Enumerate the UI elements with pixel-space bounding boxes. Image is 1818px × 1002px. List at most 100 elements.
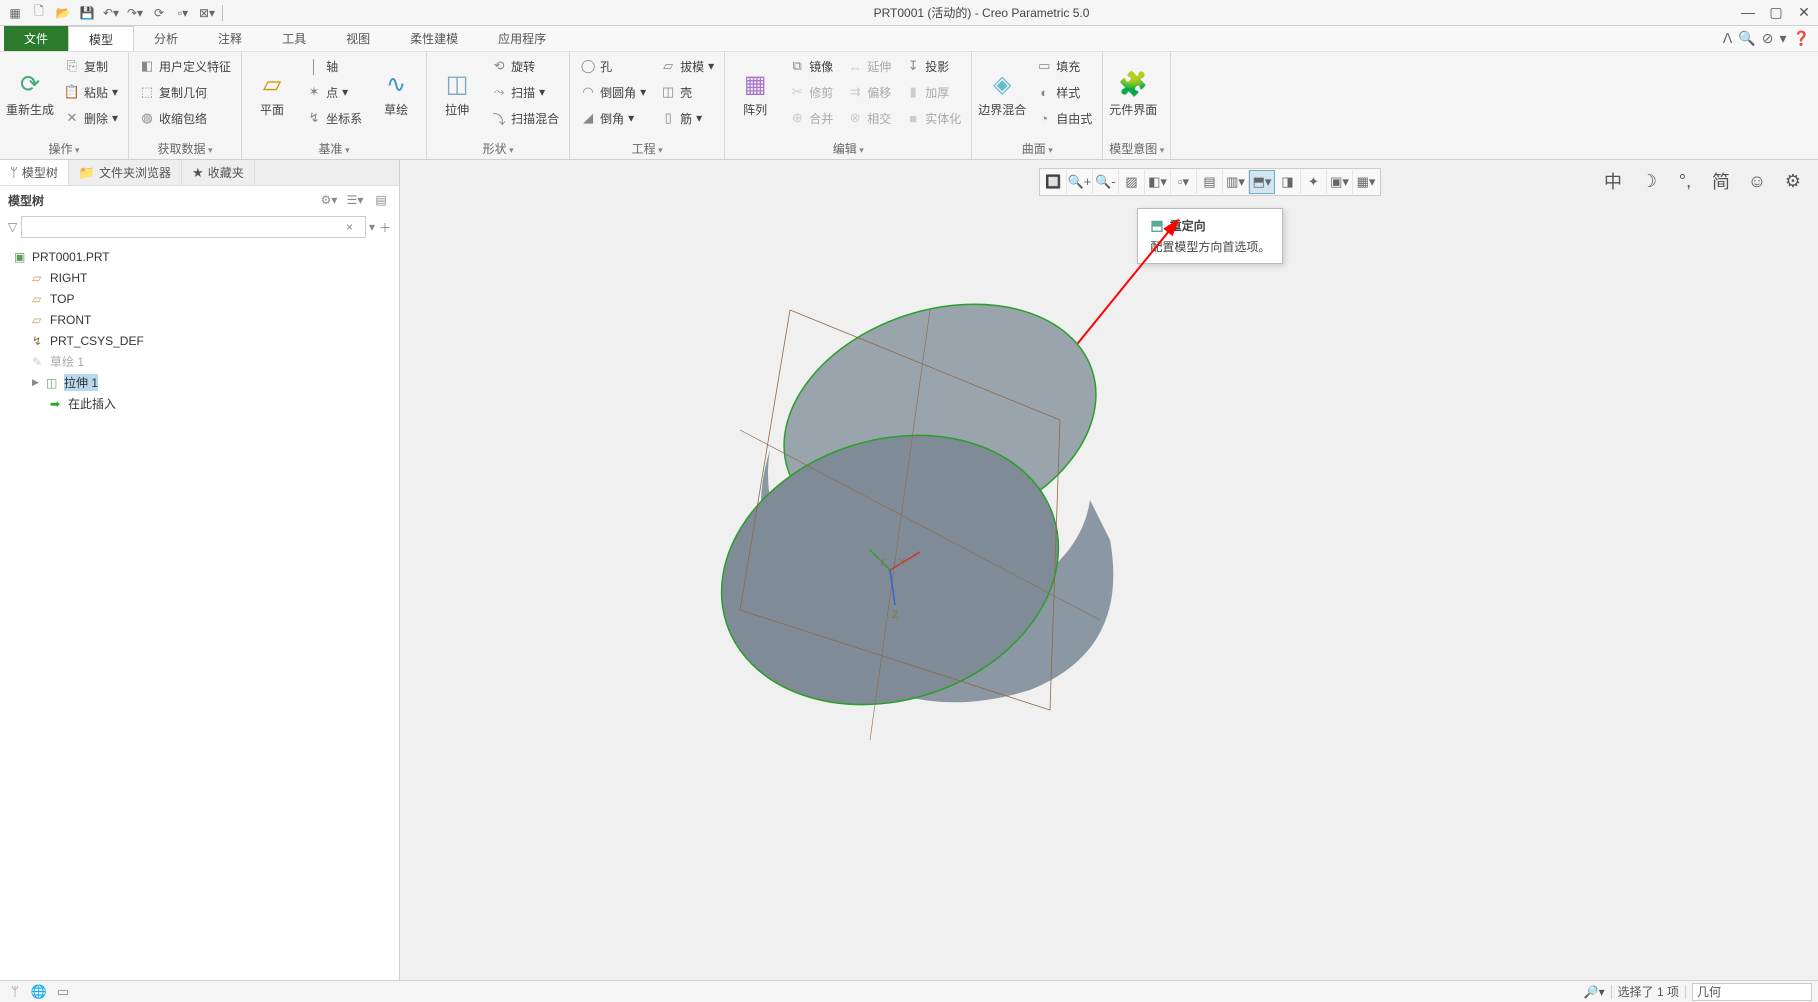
layer-icon[interactable]: ▥▾ <box>1223 170 1249 194</box>
tree-extrude1[interactable]: ▶◫拉伸 1 <box>8 372 391 393</box>
tree-settings-icon[interactable]: ⚙▾ <box>319 190 339 210</box>
view-manager-icon[interactable]: ▤ <box>1197 170 1223 194</box>
selection-filter-combo[interactable]: 几何 <box>1692 983 1812 1001</box>
udf-button[interactable]: ◧用户定义特征 <box>135 54 235 78</box>
tab-favorites[interactable]: ★收藏夹 <box>182 160 255 185</box>
tab-app[interactable]: 应用程序 <box>478 26 566 51</box>
shrinkwrap-button[interactable]: ◍收缩包络 <box>135 106 235 130</box>
minimize-button[interactable]: — <box>1738 4 1758 21</box>
moon-icon[interactable]: ☽ <box>1636 168 1662 194</box>
new-icon[interactable]: 🗋 <box>28 3 50 23</box>
csys-button[interactable]: ↯坐标系 <box>302 106 366 130</box>
fill-button[interactable]: ▭填充 <box>1032 54 1096 78</box>
tree-show-icon[interactable]: ☰▾ <box>345 190 365 210</box>
perspective-icon[interactable]: ✦ <box>1301 170 1327 194</box>
tree-plane-front[interactable]: ▱FRONT <box>8 309 391 330</box>
search-icon[interactable]: 🔍 <box>1738 30 1755 47</box>
status-find-icon[interactable]: 🔎▾ <box>1584 985 1605 999</box>
tree-plane-top[interactable]: ▱TOP <box>8 288 391 309</box>
status-model-icon[interactable]: 🌐 <box>30 983 48 1001</box>
tab-model-tree[interactable]: ᛘ模型树 <box>0 160 69 185</box>
round-button[interactable]: ◠倒圆角 ▾ <box>576 80 650 104</box>
component-ui-button[interactable]: 🧩元件界面 <box>1109 54 1157 132</box>
zoom-fit-icon[interactable]: 🔲 <box>1041 170 1067 194</box>
open-icon[interactable]: 📂 <box>52 3 74 23</box>
saved-views-icon[interactable]: ▫▾ <box>1171 170 1197 194</box>
zoom-out-icon[interactable]: 🔍- <box>1093 170 1119 194</box>
pattern-button[interactable]: ▦阵列 <box>731 54 779 132</box>
degree-icon[interactable]: °, <box>1672 168 1698 194</box>
delete-button[interactable]: ✕删除 ▾ <box>60 106 122 130</box>
tab-view[interactable]: 视图 <box>326 26 390 51</box>
help-icon[interactable]: ❓ <box>1793 30 1810 47</box>
sketch-button[interactable]: ∿草绘 <box>372 54 420 132</box>
tab-model[interactable]: 模型 <box>68 26 134 51</box>
tab-annotate[interactable]: 注释 <box>198 26 262 51</box>
maximize-button[interactable]: ▢ <box>1766 4 1786 21</box>
sweepblend-button[interactable]: ⤵扫描混合 <box>487 106 563 130</box>
regen-icon[interactable]: ⟳ <box>148 3 170 23</box>
insert-icon: ➡ <box>50 397 64 411</box>
paste-button[interactable]: 📋粘贴 ▾ <box>60 80 122 104</box>
revolve-button[interactable]: ⟲旋转 <box>487 54 563 78</box>
close-button[interactable]: ✕ <box>1794 4 1814 21</box>
simplified-icon[interactable]: 简 <box>1708 168 1734 194</box>
point-button[interactable]: ✶点 ▾ <box>302 80 366 104</box>
shell-button[interactable]: ◫壳 <box>656 80 718 104</box>
display-style-icon[interactable]: ◧▾ <box>1145 170 1171 194</box>
tab-tools[interactable]: 工具 <box>262 26 326 51</box>
datum-display-icon[interactable]: ▦▾ <box>1353 170 1379 194</box>
tree-filter-input[interactable] <box>21 216 366 238</box>
filter-clear-icon[interactable]: × <box>346 220 353 234</box>
notification-icon[interactable]: ⊘ <box>1762 30 1774 47</box>
chamfer-button[interactable]: ◢倒角 ▾ <box>576 106 650 130</box>
redo-icon[interactable]: ↷▾ <box>124 3 146 23</box>
tree-csys[interactable]: ↯PRT_CSYS_DEF <box>8 330 391 351</box>
tab-flex[interactable]: 柔性建模 <box>390 26 478 51</box>
tree-sketch1[interactable]: ✎草绘 1 <box>8 351 391 372</box>
tree-plane-right[interactable]: ▱RIGHT <box>8 267 391 288</box>
copygeom-button[interactable]: ⬚复制几何 <box>135 80 235 104</box>
tree-insert-here[interactable]: ➡在此插入 <box>8 393 391 414</box>
gear-icon[interactable]: ⚙ <box>1780 168 1806 194</box>
face-icon[interactable]: ☺ <box>1744 168 1770 194</box>
filter-icon[interactable]: ▽ <box>8 220 17 234</box>
regenerate-button[interactable]: ⟳ 重新生成 <box>6 54 54 132</box>
windows-icon[interactable]: ▫▾ <box>172 3 194 23</box>
tree-expand-icon[interactable]: ▤ <box>371 190 391 210</box>
mirror-button[interactable]: ⧉镜像 <box>785 54 837 78</box>
status-window-icon[interactable]: ▭ <box>54 983 72 1001</box>
tree-root[interactable]: ▣PRT0001.PRT <box>8 246 391 267</box>
boundary-button[interactable]: ◈边界混合 <box>978 54 1026 132</box>
hole-button[interactable]: ◯孔 <box>576 54 650 78</box>
graphics-area[interactable]: 🔲 🔍+ 🔍- ▨ ◧▾ ▫▾ ▤ ▥▾ ⬒▾ ◨ ✦ ▣▾ ▦▾ 中 ☽ °,… <box>400 160 1818 980</box>
draft-button[interactable]: ▱拔模 ▾ <box>656 54 718 78</box>
filter-add-icon[interactable]: ＋ <box>379 219 391 236</box>
plane-button[interactable]: ▱平面 <box>248 54 296 132</box>
shade-icon[interactable]: ◨ <box>1275 170 1301 194</box>
chinese-char-icon[interactable]: 中 <box>1600 168 1626 194</box>
app-menu-icon[interactable]: ▦ <box>4 3 26 23</box>
axis-button[interactable]: │轴 <box>302 54 366 78</box>
filter-dropdown-icon[interactable]: ▾ <box>369 220 375 234</box>
extrude-button[interactable]: ◫拉伸 <box>433 54 481 132</box>
rib-button[interactable]: ▯筋 ▾ <box>656 106 718 130</box>
collapse-ribbon-icon[interactable]: ᐱ <box>1723 30 1733 47</box>
undo-icon[interactable]: ↶▾ <box>100 3 122 23</box>
project-button[interactable]: ↧投影 <box>901 54 965 78</box>
copy-button[interactable]: ⎘复制 <box>60 54 122 78</box>
annotations-icon[interactable]: ▣▾ <box>1327 170 1353 194</box>
tab-folder-browser[interactable]: 📁文件夹浏览器 <box>69 160 182 185</box>
dropdown-icon[interactable]: ▾ <box>1780 30 1787 47</box>
close-window-icon[interactable]: ⊠▾ <box>196 3 218 23</box>
sweep-button[interactable]: ⤳扫描 ▾ <box>487 80 563 104</box>
repaint-icon[interactable]: ▨ <box>1119 170 1145 194</box>
tab-file[interactable]: 文件 <box>4 26 68 51</box>
tab-analysis[interactable]: 分析 <box>134 26 198 51</box>
save-icon[interactable]: 💾 <box>76 3 98 23</box>
zoom-in-icon[interactable]: 🔍+ <box>1067 170 1093 194</box>
style-button[interactable]: ◐样式 <box>1032 80 1096 104</box>
reorient-icon[interactable]: ⬒▾ <box>1249 170 1275 194</box>
freestyle-button[interactable]: ◔自由式 <box>1032 106 1096 130</box>
status-tree-icon[interactable]: ᛘ <box>6 983 24 1001</box>
